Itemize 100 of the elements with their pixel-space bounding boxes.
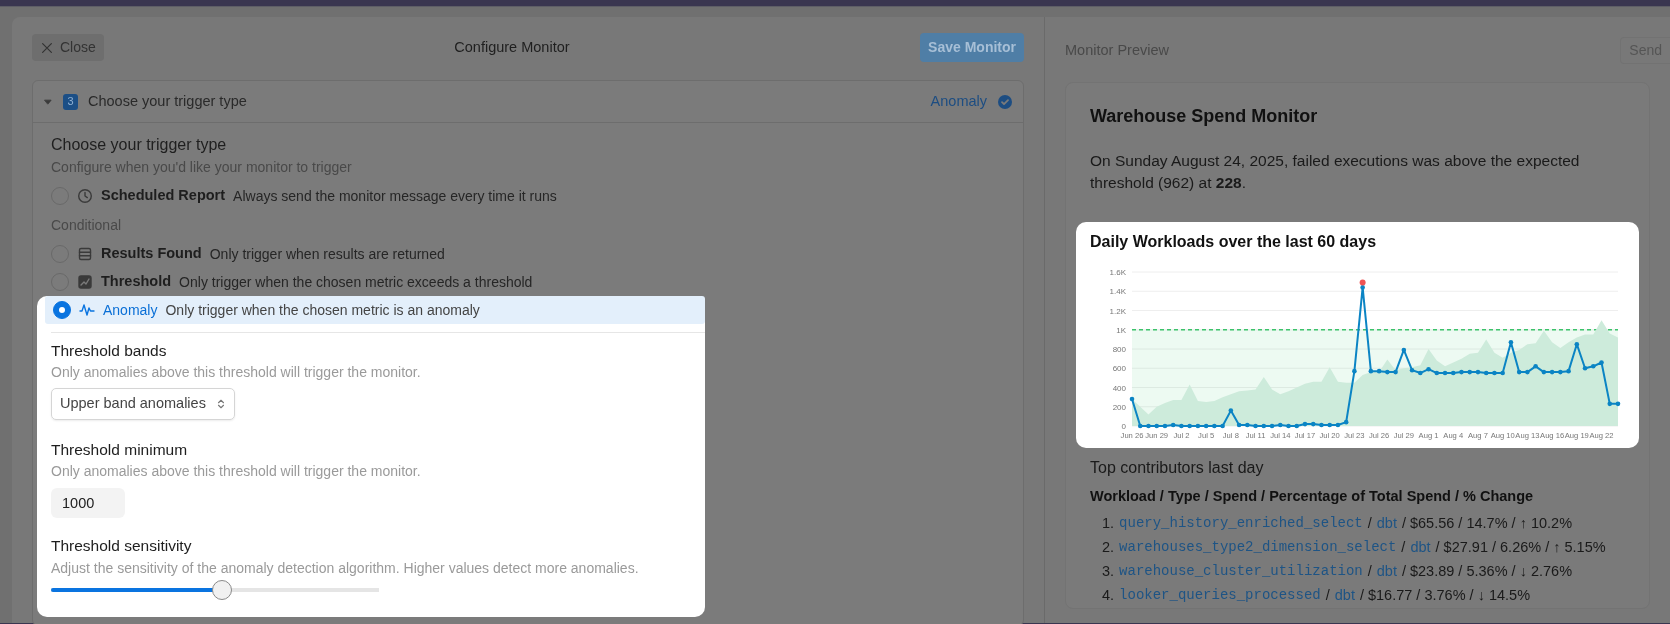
option-label: Threshold <box>101 272 172 292</box>
setting-label: Threshold minimum <box>51 440 189 460</box>
option-description: Only trigger when results are returned <box>209 244 445 264</box>
step-value: Anomaly <box>930 91 987 111</box>
option-label: Anomaly <box>103 300 158 320</box>
data-point <box>1541 369 1547 375</box>
band-select[interactable]: Upper band anomalies <box>51 388 235 420</box>
type-link[interactable]: dbt <box>1334 584 1355 607</box>
trigger-option[interactable]: Scheduled Report Always send the monitor message every time it runs <box>51 182 1005 210</box>
data-point <box>1170 422 1176 428</box>
data-point <box>1450 370 1456 376</box>
data-point <box>1286 423 1291 429</box>
data-point <box>1310 421 1316 427</box>
setting-label: Threshold sensitivity <box>51 536 193 557</box>
data-point <box>1426 366 1431 372</box>
data-point <box>1277 422 1283 428</box>
data-point <box>1434 370 1440 376</box>
data-point <box>1137 423 1143 429</box>
data-point <box>1475 369 1481 375</box>
type-link[interactable]: dbt <box>1410 536 1431 559</box>
data-point <box>1162 423 1168 429</box>
data-point <box>1179 423 1184 429</box>
list-number: 1. <box>1102 513 1115 533</box>
data-point <box>1352 368 1357 374</box>
option-icon <box>77 274 93 290</box>
data-point <box>1228 408 1234 413</box>
step-header[interactable]: 3 Choose your trigger type Anomaly <box>33 81 1023 123</box>
data-point <box>1615 401 1621 407</box>
workload-link[interactable]: warehouse_cluster_utilization <box>1119 561 1363 583</box>
data-point <box>1549 369 1555 375</box>
contributors-title: Top contributors last day <box>1090 458 1265 478</box>
data-point <box>1195 423 1201 429</box>
data-point <box>1500 370 1505 376</box>
slider-thumb[interactable] <box>211 579 232 600</box>
option-description: Always send the monitor message every time it runs <box>233 186 557 206</box>
workload-link[interactable]: warehouses_type2_dimension_select <box>1119 537 1397 559</box>
row-details: / $16.77 / 3.76% / ↓ 14.5% <box>1359 585 1531 605</box>
separator: / <box>1367 561 1372 581</box>
data-point <box>1418 370 1423 376</box>
axis-label: 800 <box>1112 345 1126 354</box>
axis-label: 1.6K <box>1109 268 1126 277</box>
data-point <box>1591 364 1596 369</box>
trigger-option[interactable]: Results Found Only trigger when results are returned <box>51 240 1005 268</box>
radio-button[interactable] <box>53 301 71 319</box>
threshold-input[interactable]: 1000 <box>51 488 125 519</box>
data-point <box>1508 339 1514 345</box>
message-text: On Sunday August 24, 2025, failed executions was above the expected threshold (962) at 228. <box>1090 151 1581 193</box>
anomaly-point <box>1359 279 1366 286</box>
save-monitor-button[interactable]: Save Monitor <box>920 33 1024 62</box>
data-point <box>1558 369 1563 375</box>
data-point <box>1129 396 1135 402</box>
data-point <box>1483 370 1489 376</box>
data-point <box>1599 360 1604 365</box>
option-label: Results Found <box>101 244 202 264</box>
data-point <box>1516 369 1522 375</box>
list-number: 4. <box>1102 585 1115 605</box>
type-link[interactable]: dbt <box>1376 560 1397 583</box>
data-point <box>1525 369 1530 375</box>
data-point <box>1327 422 1332 428</box>
data-point <box>1146 423 1151 429</box>
axis-label: 1K <box>1116 325 1126 335</box>
data-point <box>1368 368 1374 374</box>
trigger-option[interactable]: Anomaly Only trigger when the chosen metric is an anomaly <box>45 296 705 324</box>
data-point <box>1376 368 1382 374</box>
data-point <box>1582 365 1588 371</box>
data-point <box>1442 370 1448 376</box>
trigger-option[interactable]: Threshold Only trigger when the chosen metric exceeds a threshold <box>51 268 1005 296</box>
row-details: / $27.91 / 6.26% / ↑ 5.15% <box>1435 537 1606 557</box>
data-point <box>1343 419 1349 425</box>
data-point <box>1269 423 1275 429</box>
data-point <box>1253 423 1258 429</box>
data-point <box>1220 423 1225 429</box>
data-point <box>1360 285 1365 290</box>
data-point <box>1187 423 1192 429</box>
step-title: Choose your trigger type <box>88 91 247 111</box>
option-icon <box>77 188 93 204</box>
data-point <box>1319 422 1324 428</box>
workload-link[interactable]: looker_queries_processed <box>1119 585 1321 607</box>
workload-link[interactable]: query_history_enriched_select <box>1119 513 1363 535</box>
option-label: Scheduled Report <box>101 186 226 206</box>
axis-label: 1.4K <box>1109 287 1126 297</box>
list-number: 2. <box>1102 537 1115 557</box>
data-point <box>1409 367 1415 373</box>
close-button[interactable]: Close <box>32 34 104 61</box>
option-description: Only trigger when the chosen metric is an anomaly <box>165 300 480 320</box>
contributors-header: Workload / Type / Spend / Percentage of Total Spend / % Change <box>1090 487 1535 506</box>
option-icon <box>79 302 95 318</box>
axis-label: 1.2K <box>1109 306 1126 316</box>
data-point <box>1393 369 1398 375</box>
option-description: Only trigger when the chosen metric exceeds a threshold <box>179 272 533 292</box>
axis-label: 200 <box>1112 402 1126 412</box>
type-link[interactable]: dbt <box>1376 512 1397 535</box>
axis-label: 600 <box>1112 364 1126 374</box>
separator: / <box>1401 537 1406 557</box>
data-point <box>1261 423 1267 429</box>
data-point <box>1203 423 1209 429</box>
chart-title: Daily Workloads over the last 60 days <box>1090 232 1378 252</box>
separator: / <box>1367 513 1372 533</box>
step-number: 3 <box>63 93 78 110</box>
data-point <box>1574 341 1580 347</box>
